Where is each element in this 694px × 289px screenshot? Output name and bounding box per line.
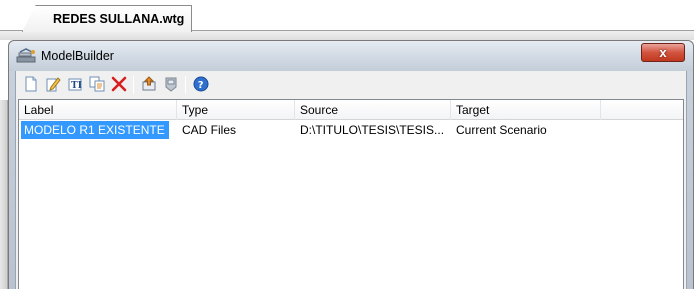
close-button[interactable]: x bbox=[641, 43, 685, 62]
edit-icon bbox=[45, 76, 61, 95]
new-document-icon bbox=[23, 76, 39, 95]
left-panel-edge bbox=[0, 100, 8, 289]
delete-button[interactable] bbox=[109, 75, 129, 95]
title-bar[interactable]: ModelBuilder x bbox=[9, 41, 693, 71]
cell-source: D:\TITULO\TESIS\TESIS... bbox=[300, 123, 445, 137]
modelbuilder-window: ModelBuilder x TI ? Label Type Source Ta… bbox=[8, 40, 694, 289]
toolbar: TI ? bbox=[16, 71, 686, 99]
duplicate-icon bbox=[89, 76, 105, 95]
model-list[interactable]: Label Type Source Target MODELO R1 EXIST… bbox=[18, 99, 684, 289]
list-header: Label Type Source Target bbox=[19, 100, 683, 120]
column-header-label[interactable]: Label bbox=[19, 100, 177, 120]
svg-text:TI: TI bbox=[71, 81, 82, 91]
column-header-target[interactable]: Target bbox=[451, 100, 601, 120]
rename-button[interactable]: TI bbox=[65, 75, 85, 95]
modelbuilder-icon bbox=[16, 48, 36, 64]
row-label-text: MODELO R1 EXISTENTE bbox=[21, 121, 169, 139]
toolbar-separator bbox=[185, 76, 186, 94]
svg-text:?: ? bbox=[198, 80, 204, 91]
sync-out-icon bbox=[163, 76, 179, 95]
toolbar-separator bbox=[133, 76, 134, 94]
build-model-button[interactable] bbox=[139, 75, 159, 95]
column-header-filler bbox=[601, 100, 687, 120]
column-header-type[interactable]: Type bbox=[177, 100, 295, 120]
edit-button[interactable] bbox=[43, 75, 63, 95]
cell-target: Current Scenario bbox=[456, 123, 547, 137]
list-item[interactable]: MODELO R1 EXISTENTE CAD Files D:\TITULO\… bbox=[19, 120, 683, 139]
column-header-source[interactable]: Source bbox=[295, 100, 451, 120]
delete-icon bbox=[111, 76, 127, 95]
build-model-icon bbox=[141, 75, 157, 95]
document-tab-strip: REDES SULLANA.wtg bbox=[0, 0, 694, 40]
help-button[interactable]: ? bbox=[191, 75, 211, 95]
help-icon: ? bbox=[193, 76, 209, 95]
new-button[interactable] bbox=[21, 75, 41, 95]
sync-out-button[interactable] bbox=[161, 75, 181, 95]
duplicate-button[interactable] bbox=[87, 75, 107, 95]
document-tab-label: REDES SULLANA.wtg bbox=[53, 12, 185, 26]
cell-label[interactable]: MODELO R1 EXISTENTE bbox=[19, 120, 177, 139]
close-icon: x bbox=[659, 45, 667, 60]
document-tab[interactable]: REDES SULLANA.wtg bbox=[22, 5, 192, 32]
window-client-area: TI ? Label Type Source Target MODELO R1 … bbox=[15, 71, 687, 289]
cell-type: CAD Files bbox=[182, 123, 237, 137]
rename-icon: TI bbox=[67, 76, 83, 95]
window-title: ModelBuilder bbox=[41, 49, 114, 63]
